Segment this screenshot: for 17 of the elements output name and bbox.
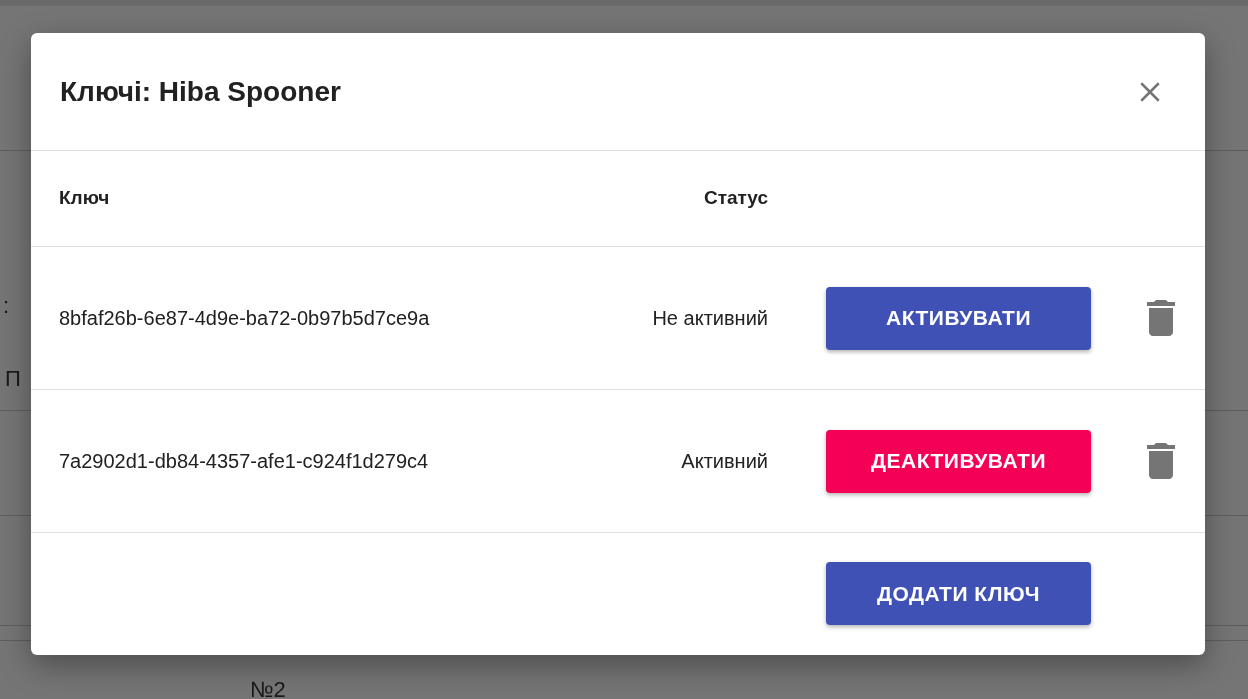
activate-button[interactable]: АКТИВУВАТИ bbox=[826, 286, 1091, 350]
dialog-title: Ключі: Hiba Spooner bbox=[60, 74, 341, 109]
column-header: Ключ bbox=[59, 186, 111, 211]
delete-button[interactable] bbox=[1146, 443, 1176, 479]
status-cell-text: Активний bbox=[680, 449, 768, 474]
deactivate-button[interactable]: ДЕАКТИВУВАТИ bbox=[826, 429, 1091, 493]
page-text: №2 bbox=[250, 676, 286, 699]
key-cell-text: 8bfaf26b-6e87-4d9e-ba72-0b97b5d7ce9a bbox=[59, 306, 431, 331]
column-header: Статус bbox=[702, 186, 768, 211]
key-cell-text: 7a2902d1-db84-4357-afe1-c924f1d279c4 bbox=[59, 449, 430, 474]
add-key-button[interactable]: ДОДАТИ КЛЮЧ bbox=[826, 562, 1091, 625]
status-cell-text: Не активний bbox=[651, 306, 768, 331]
delete-button[interactable] bbox=[1146, 300, 1176, 336]
trash-icon bbox=[1146, 300, 1176, 336]
page-text: : bbox=[3, 292, 10, 320]
page-text: П bbox=[5, 365, 21, 393]
trash-icon bbox=[1146, 443, 1176, 479]
